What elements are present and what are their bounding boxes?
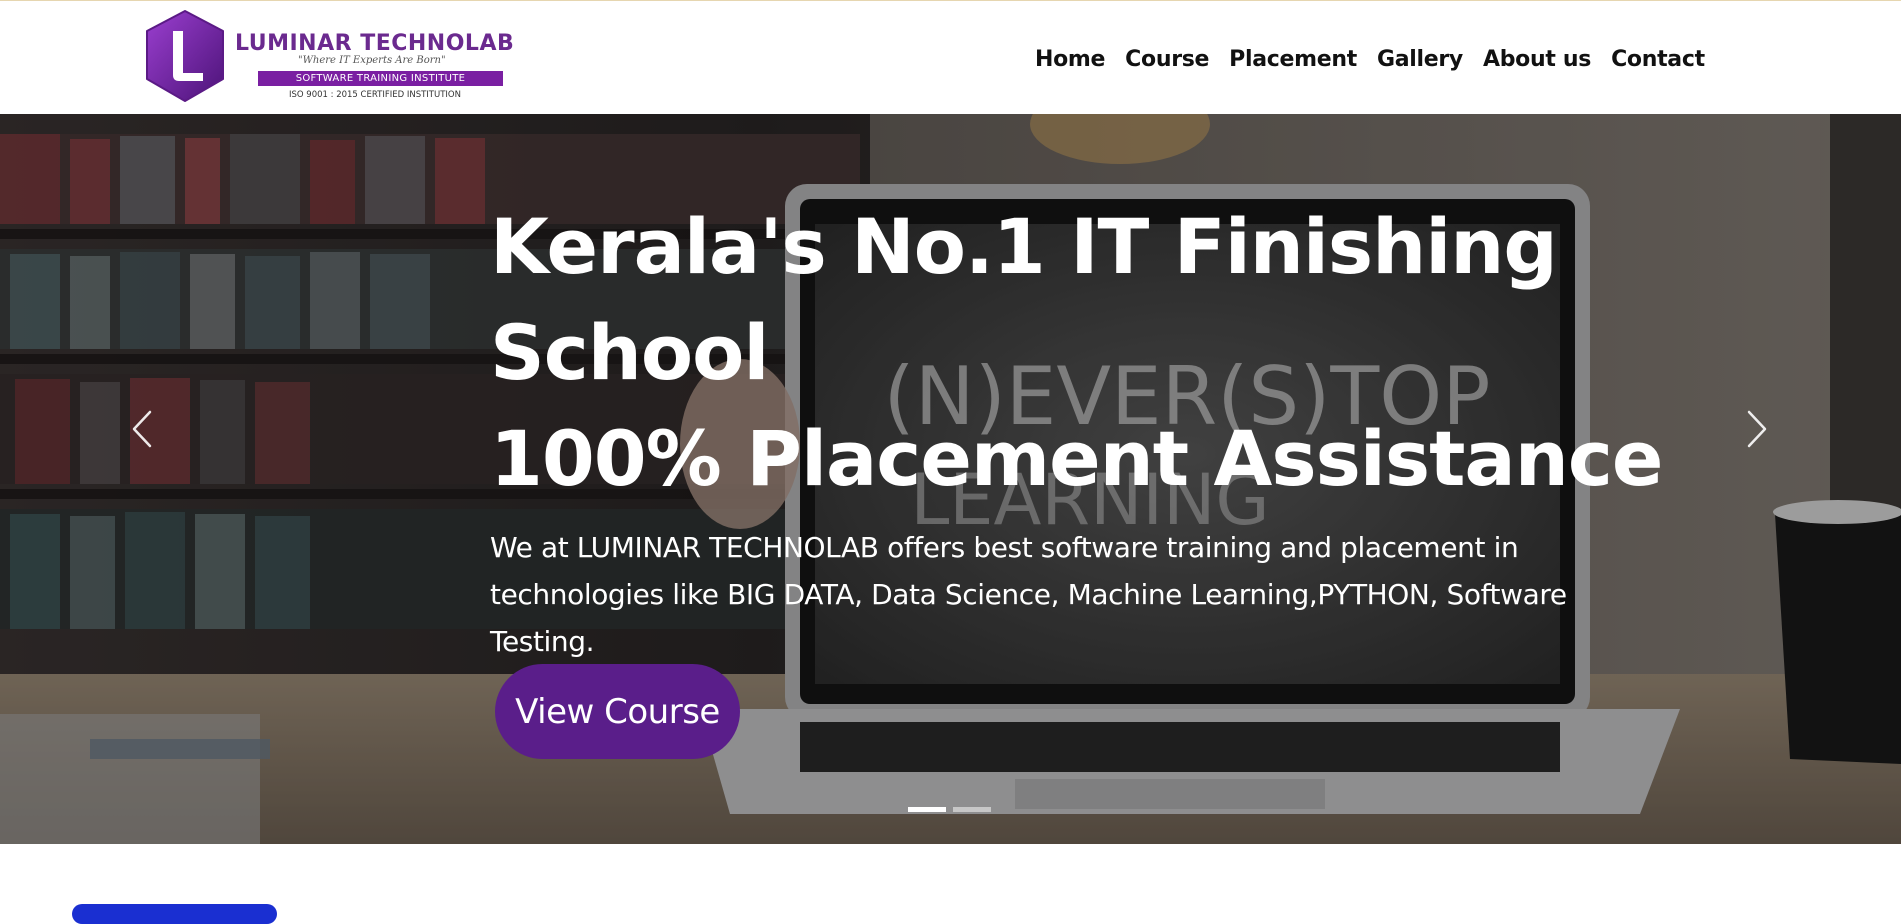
carousel-next-button[interactable]: [1737, 399, 1777, 459]
nav-contact[interactable]: Contact: [1611, 47, 1705, 72]
logo[interactable]: LUMINAR TECHNOLAB "Where IT Experts Are …: [143, 9, 533, 105]
hero-description: We at LUMINAR TECHNOLAB offers best soft…: [490, 531, 1567, 658]
hero-title-line-2: School: [490, 308, 769, 397]
nav-home[interactable]: Home: [1035, 47, 1105, 72]
chevron-right-icon: [1747, 410, 1767, 448]
chevron-left-icon: [132, 410, 152, 448]
carousel-indicators: [908, 807, 998, 812]
hero-carousel: (N)EVER(S)TOP LEARNING Kerala's No.1 IT …: [0, 114, 1901, 844]
logo-badge-icon: [146, 10, 224, 102]
logo-tagline: "Where IT Experts Are Born": [298, 55, 446, 66]
next-section-element: [72, 904, 277, 924]
logo-certification: ISO 9001 : 2015 CERTIFIED INSTITUTION: [289, 90, 461, 100]
main-nav: Home Course Placement Gallery About us C…: [1025, 39, 1715, 79]
nav-placement[interactable]: Placement: [1229, 47, 1357, 72]
nav-course[interactable]: Course: [1125, 47, 1209, 72]
hero-title-line-3: 100% Placement Assistance: [490, 414, 1663, 503]
hero-title: Kerala's No.1 IT Finishing School 100% P…: [490, 194, 1663, 512]
logo-strip: SOFTWARE TRAINING INSTITUTE: [258, 71, 503, 86]
nav-gallery[interactable]: Gallery: [1377, 47, 1463, 72]
carousel-indicator-2[interactable]: [953, 807, 991, 812]
carousel-indicator-1[interactable]: [908, 807, 946, 812]
hero-content: Kerala's No.1 IT Finishing School 100% P…: [490, 194, 1663, 759]
logo-title: LUMINAR TECHNOLAB: [235, 31, 515, 56]
view-course-button[interactable]: View Course: [495, 664, 740, 759]
nav-about-us[interactable]: About us: [1483, 47, 1591, 72]
site-header: LUMINAR TECHNOLAB "Where IT Experts Are …: [0, 0, 1901, 114]
hero-title-line-1: Kerala's No.1 IT Finishing: [490, 202, 1558, 291]
carousel-prev-button[interactable]: [122, 399, 162, 459]
